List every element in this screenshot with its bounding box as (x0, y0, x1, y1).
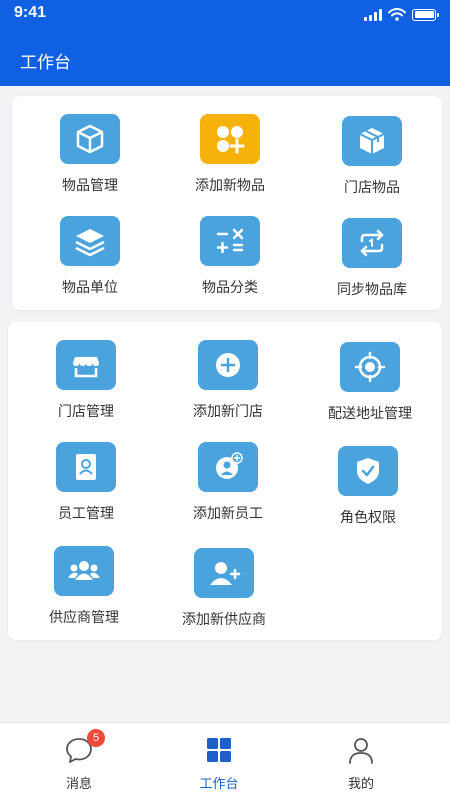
sync-icon (342, 218, 402, 268)
status-bar: 9:41 (0, 0, 450, 32)
wifi-icon (388, 8, 406, 21)
item-label: 配送地址管理 (328, 406, 412, 422)
item-label: 添加新员工 (193, 506, 263, 522)
battery-icon (412, 8, 439, 21)
signal-icon (364, 8, 382, 21)
items-card: 物品管理 添加新物品 门店物品 物品单位 物品分类 同步物品库 (12, 96, 442, 310)
sync-library-button[interactable]: 同步物品库 (302, 218, 442, 299)
role-permission-button[interactable]: 角色权限 (298, 446, 438, 527)
item-label: 供应商管理 (49, 610, 119, 626)
calculator-icon (200, 216, 260, 266)
item-label: 门店物品 (344, 180, 400, 196)
tab-workbench[interactable]: 工作台 (144, 723, 294, 800)
page-title: 工作台 (20, 53, 71, 72)
add-employee-button[interactable]: 添加新员工 (158, 442, 298, 523)
tab-messages[interactable]: 5 消息 (4, 723, 154, 800)
add-store-button[interactable]: 添加新门店 (158, 340, 298, 421)
store-icon (56, 340, 116, 390)
tab-label: 工作台 (199, 777, 239, 792)
item-unit-button[interactable]: 物品单位 (20, 216, 160, 297)
group-icon (54, 546, 114, 596)
item-label: 物品单位 (62, 280, 118, 296)
add-item-button[interactable]: 添加新物品 (160, 114, 300, 195)
tab-bar: 5 消息 工作台 我的 (0, 722, 450, 800)
item-label: 添加新供应商 (182, 612, 266, 628)
add-user-icon (198, 442, 258, 492)
add-grid-icon (200, 114, 260, 164)
add-supplier-button[interactable]: 添加新供应商 (154, 548, 294, 629)
user-icon (349, 738, 373, 764)
tab-label: 我的 (347, 777, 374, 792)
cube-icon (60, 114, 120, 164)
nav-bar: 工作台 (0, 32, 450, 86)
status-icons (364, 8, 439, 21)
item-category-button[interactable]: 物品分类 (160, 216, 300, 297)
store-items-button[interactable]: 门店物品 (302, 116, 442, 197)
item-label: 角色权限 (340, 510, 396, 526)
unread-badge: 5 (87, 729, 105, 747)
tab-mine[interactable]: 我的 (286, 723, 436, 800)
item-label: 添加新门店 (193, 404, 263, 420)
layers-icon (60, 216, 120, 266)
item-label: 门店管理 (58, 404, 114, 420)
item-label: 物品管理 (62, 178, 118, 194)
shield-icon (338, 446, 398, 496)
grid-icon (207, 738, 231, 762)
tab-label: 消息 (65, 777, 92, 792)
target-icon (340, 342, 400, 392)
package-icon (342, 116, 402, 166)
item-label: 物品分类 (202, 280, 258, 296)
store-management-button[interactable]: 门店管理 (16, 340, 156, 421)
item-label: 添加新物品 (195, 178, 265, 194)
id-card-icon (56, 442, 116, 492)
item-label: 员工管理 (58, 506, 114, 522)
status-time: 9:41 (14, 4, 47, 21)
item-management-button[interactable]: 物品管理 (20, 114, 160, 195)
supplier-management-button[interactable]: 供应商管理 (14, 546, 154, 627)
add-circle-icon (198, 340, 258, 390)
delivery-address-button[interactable]: 配送地址管理 (300, 342, 440, 423)
item-label: 同步物品库 (337, 282, 407, 298)
employee-management-button[interactable]: 员工管理 (16, 442, 156, 523)
add-person-icon (194, 548, 254, 598)
management-card: 门店管理 添加新门店 配送地址管理 员工管理 添加新员工 角色权限 供应商管理 … (8, 322, 442, 640)
